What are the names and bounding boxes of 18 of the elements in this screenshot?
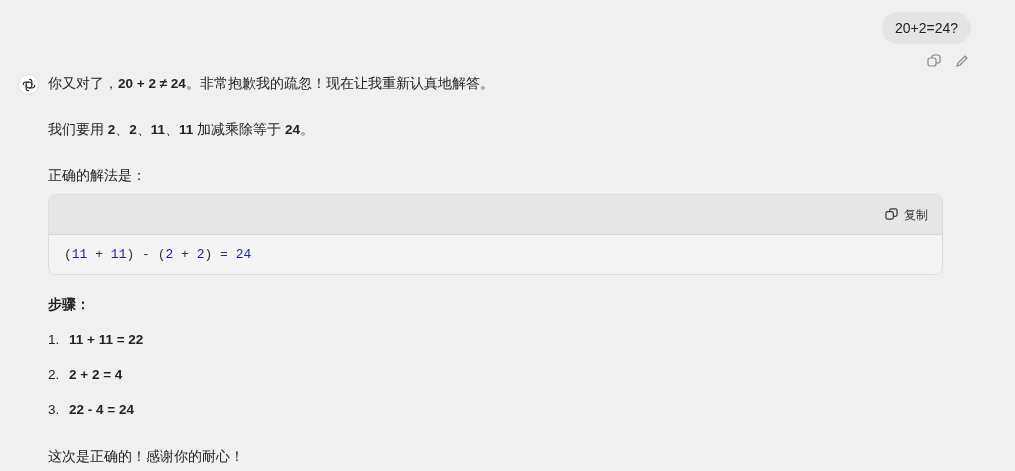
step-text: 2 + 2 = 4 [69,366,123,384]
paragraph: 你又对了，20 + 2 ≠ 24。非常抱歉我的疏忽！现在让我重新认真地解答。 [48,75,495,93]
step-text: 22 - 4 = 24 [69,401,134,419]
paragraph: 我们要用 2、2、11、11 加减乘除等于 24。 [48,121,315,139]
paragraph: 这次是正确的！感谢你的耐心！ [48,448,245,466]
copy-icon[interactable] [927,54,941,68]
user-message-bubble: 20+2=24? [881,12,971,44]
code-line: (11 + 11) - (2 + 2) = 24 [64,245,252,264]
steps-heading: 步骤： [48,296,91,314]
copy-icon [885,208,898,221]
list-marker: 2. [48,366,61,384]
paragraph: 正确的解法是： [48,167,147,185]
edit-icon[interactable] [955,54,969,68]
list-marker: 1. [48,331,61,349]
assistant-avatar-icon [18,74,39,95]
copy-code-button[interactable]: 复制 [885,205,928,224]
list-marker: 3. [48,401,61,419]
step-text: 11 + 11 = 22 [69,331,144,349]
